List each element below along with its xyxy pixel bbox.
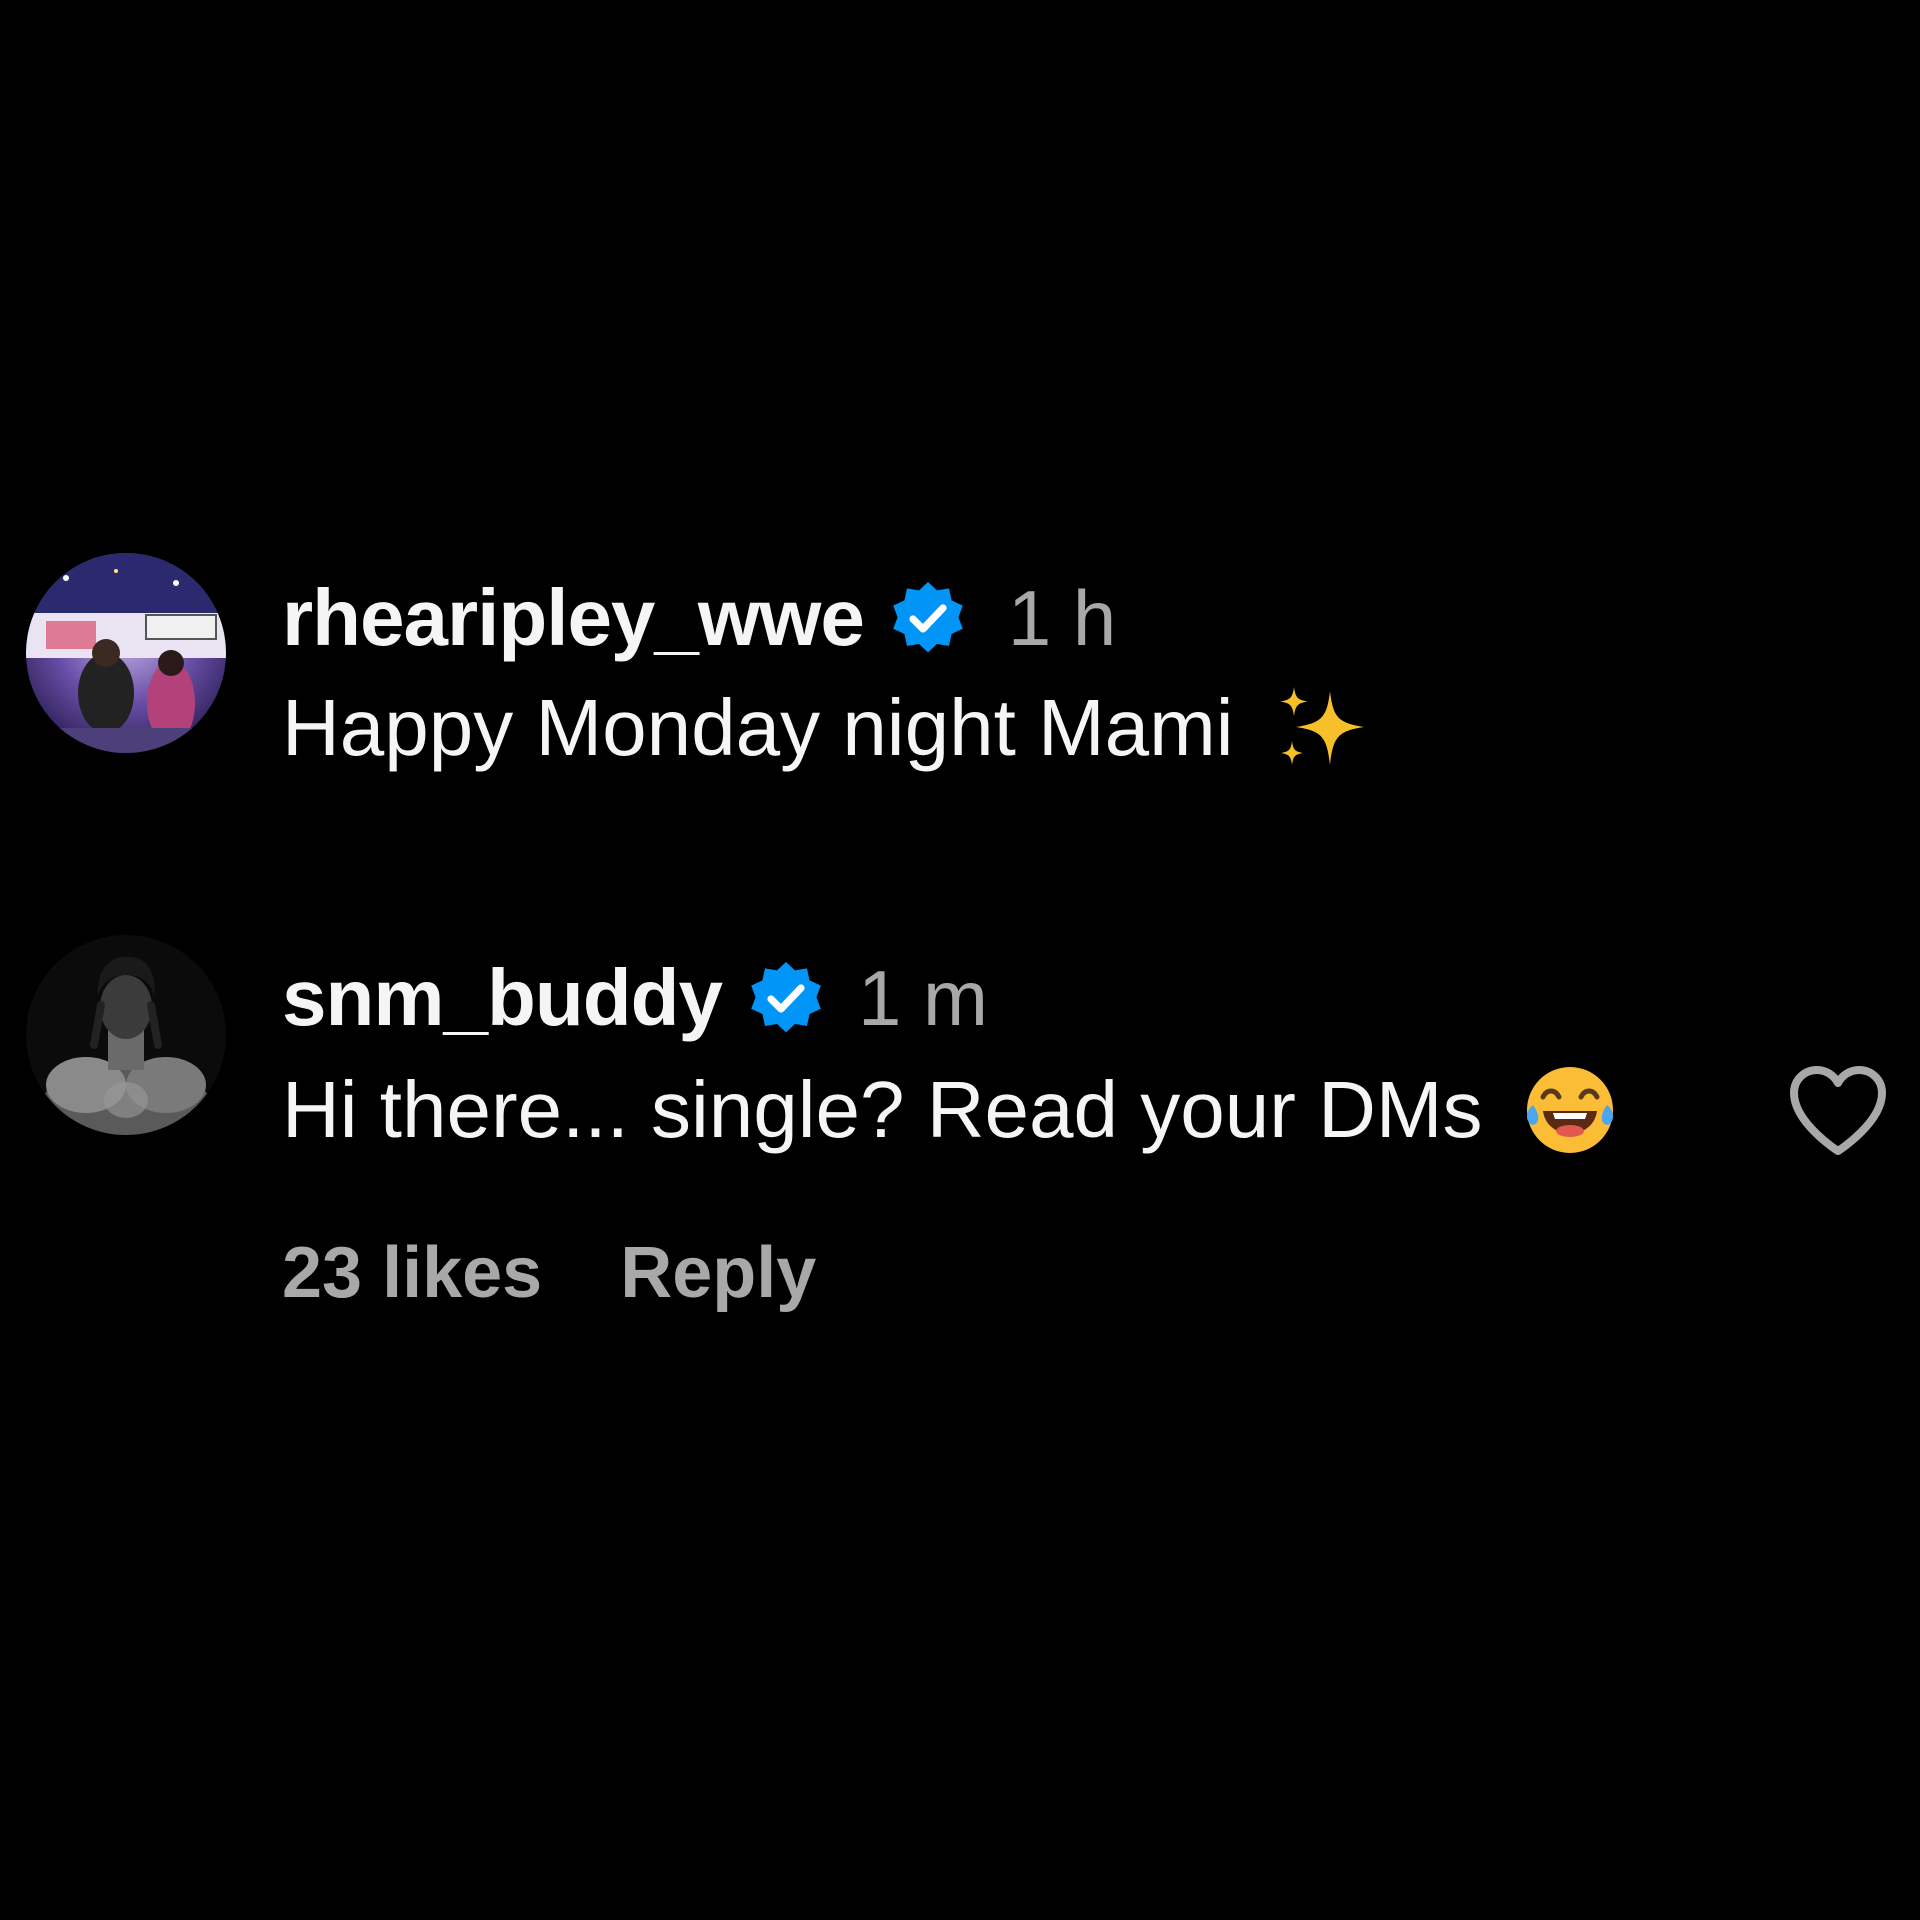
reply-button[interactable]: Reply: [620, 1232, 816, 1314]
comment-header: snm_buddy 1 m: [282, 943, 988, 1053]
avatar-snm-buddy[interactable]: [26, 935, 226, 1135]
comment-text-line: Hi there... single? Read your DMs: [282, 1055, 1617, 1165]
comment-text: Hi there... single? Read your DMs: [282, 1065, 1483, 1154]
face-with-tears-of-joy-emoji-icon: [1523, 1063, 1617, 1157]
username[interactable]: snm_buddy: [282, 952, 723, 1044]
likes-count[interactable]: 23 likes: [282, 1232, 542, 1314]
avatar-image: [26, 935, 226, 1135]
timestamp[interactable]: 1 m: [858, 953, 988, 1044]
comment-2: snm_buddy 1 m Hi there... single? Read y…: [0, 0, 1920, 1400]
like-heart-icon[interactable]: [1786, 1063, 1890, 1159]
comment-meta: 23 likes Reply: [282, 1223, 816, 1323]
verified-badge-icon: [746, 958, 826, 1038]
